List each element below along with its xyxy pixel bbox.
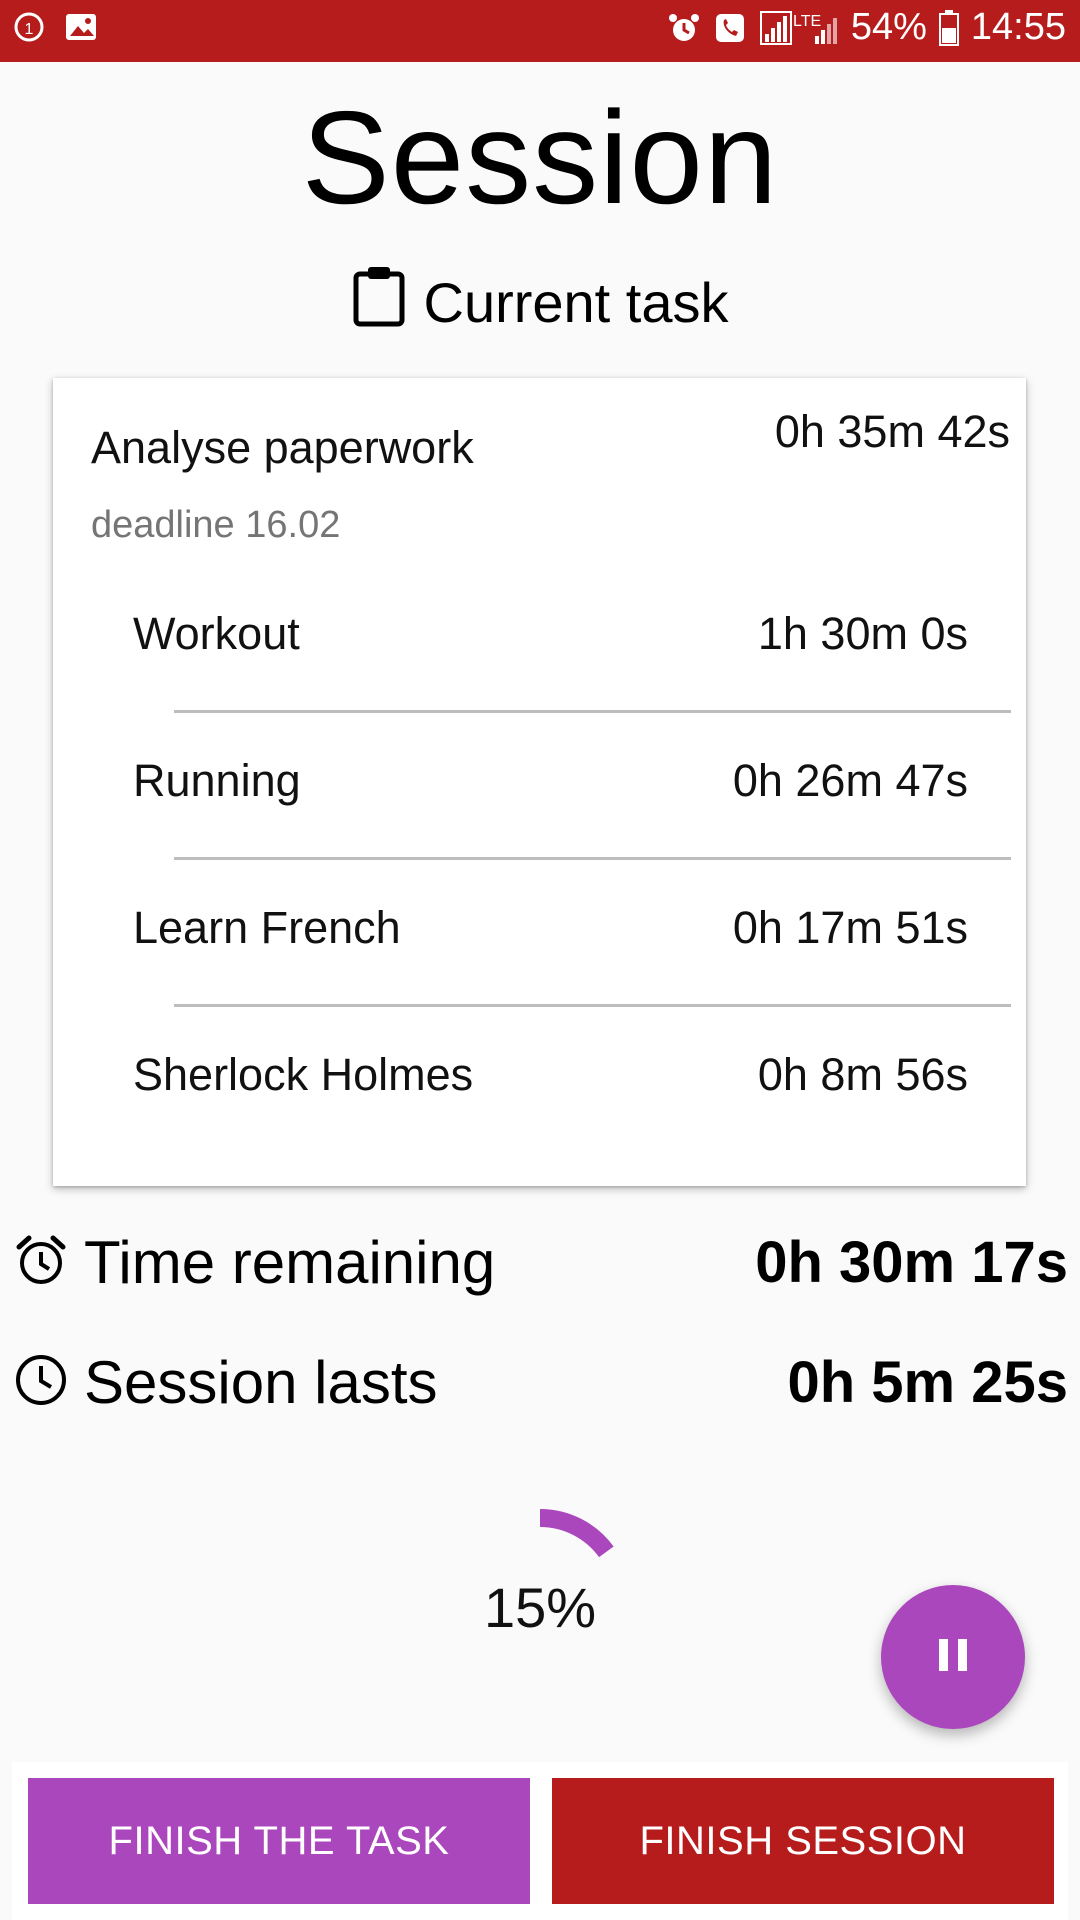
- session-lasts-value: 0h 5m 25s: [787, 1350, 1068, 1415]
- main-task-name: Analyse paperwork: [91, 422, 474, 473]
- session-lasts-row: Session lasts 0h 5m 25s: [14, 1348, 1068, 1417]
- svg-text:1: 1: [25, 21, 34, 38]
- time-remaining-value: 0h 30m 17s: [755, 1230, 1068, 1295]
- rotate-icon: 1: [12, 10, 46, 44]
- progress-arc: [539, 1509, 614, 1558]
- image-icon: [64, 10, 98, 44]
- clipboard-icon: [352, 264, 406, 341]
- subtask-time: 0h 17m 51s: [732, 902, 968, 953]
- session-lasts-label: Session lasts: [84, 1349, 438, 1416]
- clock-icon: [14, 1353, 68, 1412]
- pause-icon: [935, 1635, 971, 1680]
- subtask-name: Running: [133, 755, 301, 806]
- task-deadline: deadline 16.02: [91, 504, 341, 546]
- phone-icon: [713, 11, 747, 45]
- list-item[interactable]: Workout 1h 30m 0s: [53, 566, 1026, 713]
- subtask-name: Learn French: [133, 902, 401, 953]
- finish-session-button[interactable]: FINISH SESSION: [552, 1778, 1054, 1904]
- current-task-card[interactable]: Analyse paperwork 0h 35m 42s deadline 16…: [53, 378, 1026, 1186]
- bottom-action-bar: FINISH THE TASK FINISH SESSION: [12, 1762, 1068, 1920]
- subtask-name: Workout: [133, 608, 300, 659]
- alarm-clock-icon: [14, 1233, 68, 1292]
- battery-icon: [938, 9, 959, 46]
- finish-task-button[interactable]: FINISH THE TASK: [28, 1778, 530, 1904]
- time-remaining-label: Time remaining: [84, 1229, 496, 1296]
- subtask-time: 0h 8m 56s: [757, 1049, 968, 1100]
- signal-icon: LTE: [759, 8, 839, 48]
- current-task-label: Current task: [423, 271, 729, 334]
- pause-button[interactable]: [881, 1585, 1025, 1729]
- status-bar: 1 LTE 54% 14:55: [0, 0, 1080, 62]
- subtask-time: 0h 26m 47s: [732, 755, 968, 806]
- progress-arc-fill: [539, 1509, 614, 1558]
- main-task-time: 0h 35m 42s: [774, 406, 1010, 457]
- list-item[interactable]: Running 0h 26m 47s: [53, 713, 1026, 860]
- current-task-header: Current task: [0, 264, 1080, 341]
- list-item[interactable]: Learn French 0h 17m 51s: [53, 860, 1026, 1007]
- svg-text:LTE: LTE: [793, 13, 821, 30]
- battery-percent: 54%: [850, 6, 927, 48]
- page-title: Session: [301, 84, 779, 231]
- subtask-name: Sherlock Holmes: [133, 1049, 474, 1100]
- status-time: 14:55: [970, 6, 1066, 48]
- list-item[interactable]: Sherlock Holmes 0h 8m 56s: [53, 1007, 1026, 1154]
- subtask-time: 1h 30m 0s: [757, 608, 968, 659]
- alarm-icon: [667, 11, 701, 45]
- subtask-list: Workout 1h 30m 0s Running 0h 26m 47s Lea…: [53, 566, 1026, 1154]
- time-remaining-row: Time remaining 0h 30m 17s: [14, 1228, 1068, 1297]
